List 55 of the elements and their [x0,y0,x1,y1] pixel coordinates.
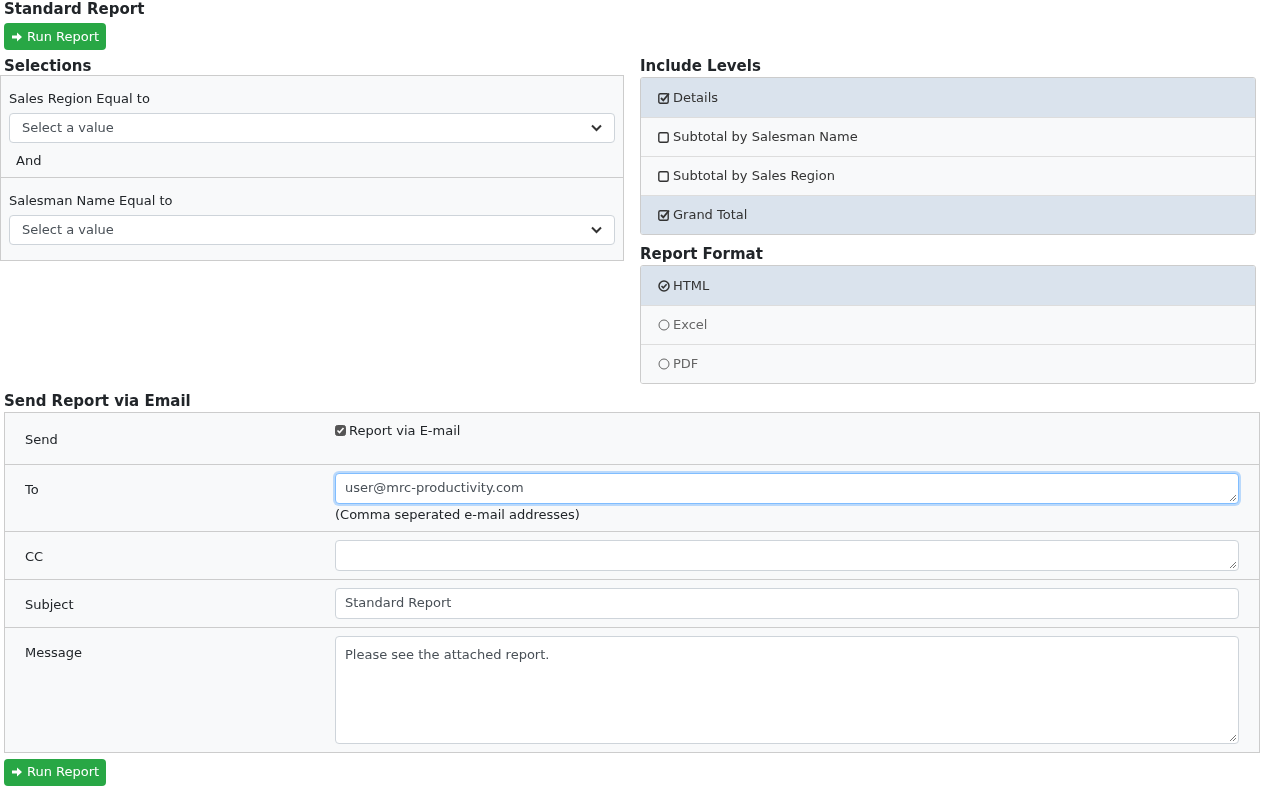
checked-box-icon[interactable] [335,425,346,437]
format-label: HTML [673,276,710,295]
select-placeholder: Select a value [22,221,114,240]
checkbox-label: Report via E-mail [349,422,461,440]
input-field[interactable]: Standard Report [335,587,1239,619]
text-area[interactable]: user@mrc-productivity.com [335,472,1239,504]
value-select[interactable]: Select a value [9,215,615,245]
value-select[interactable]: Select a value [9,113,615,143]
level-row[interactable]: Details [641,78,1255,117]
field-label: CC [25,547,45,566]
field-hint: (Comma seperated e-mail addresses) [335,506,581,523]
radio-icon[interactable] [658,319,670,331]
select-placeholder: Select a value [22,119,114,138]
field-value: user@mrc-productivity.com [345,479,524,498]
section-heading: Report Format [640,244,764,265]
level-row[interactable]: Grand Total [641,195,1255,234]
filter-label: Sales Region Equal to [9,90,151,108]
format-option[interactable]: Excel [641,305,1255,344]
checked-box-icon[interactable] [658,209,670,221]
format-label: Excel [673,316,708,335]
resize-handle-icon [1229,733,1237,742]
level-label: Subtotal by Sales Region [673,167,835,186]
field-label: Message [25,643,83,662]
radio-icon[interactable] [658,358,670,370]
section-heading: Send Report via Email [4,391,192,412]
level-row[interactable]: Subtotal by Sales Region [641,156,1255,195]
page-title: Standard Report [4,0,146,18]
checked-box-icon[interactable] [658,91,670,104]
chevron-down-icon [591,226,602,234]
email-checkbox[interactable]: Report via E-mail [335,421,1239,441]
format-label: PDF [673,355,699,374]
arrow-right-icon [11,30,23,43]
level-row[interactable]: Subtotal by Salesman Name [641,117,1255,156]
checked-radio-icon[interactable] [658,279,670,292]
filter-label: Salesman Name Equal to [9,192,174,210]
format-option[interactable]: PDF [641,344,1255,383]
text-area[interactable]: Please see the attached report. [335,635,1239,744]
field-label: Subject [25,595,75,614]
resize-handle-icon [1229,493,1237,502]
section-heading: Selections [3,56,93,77]
field-label: Send [25,431,59,449]
empty-checkbox-icon[interactable] [658,170,670,182]
field-value: Standard Report [345,594,452,613]
connector-label: And [15,152,43,170]
level-label: Subtotal by Salesman Name [673,128,858,147]
level-label: Grand Total [673,206,748,225]
field-label: To [25,480,40,499]
chevron-down-icon [591,124,602,132]
section-heading: Include Levels [640,56,762,77]
resize-handle-icon [1229,560,1237,569]
field-value: Please see the attached report. [345,646,550,662]
empty-checkbox-icon[interactable] [658,131,670,143]
format-option[interactable]: HTML [641,266,1255,305]
arrow-right-icon [11,766,23,778]
level-label: Details [673,88,719,107]
